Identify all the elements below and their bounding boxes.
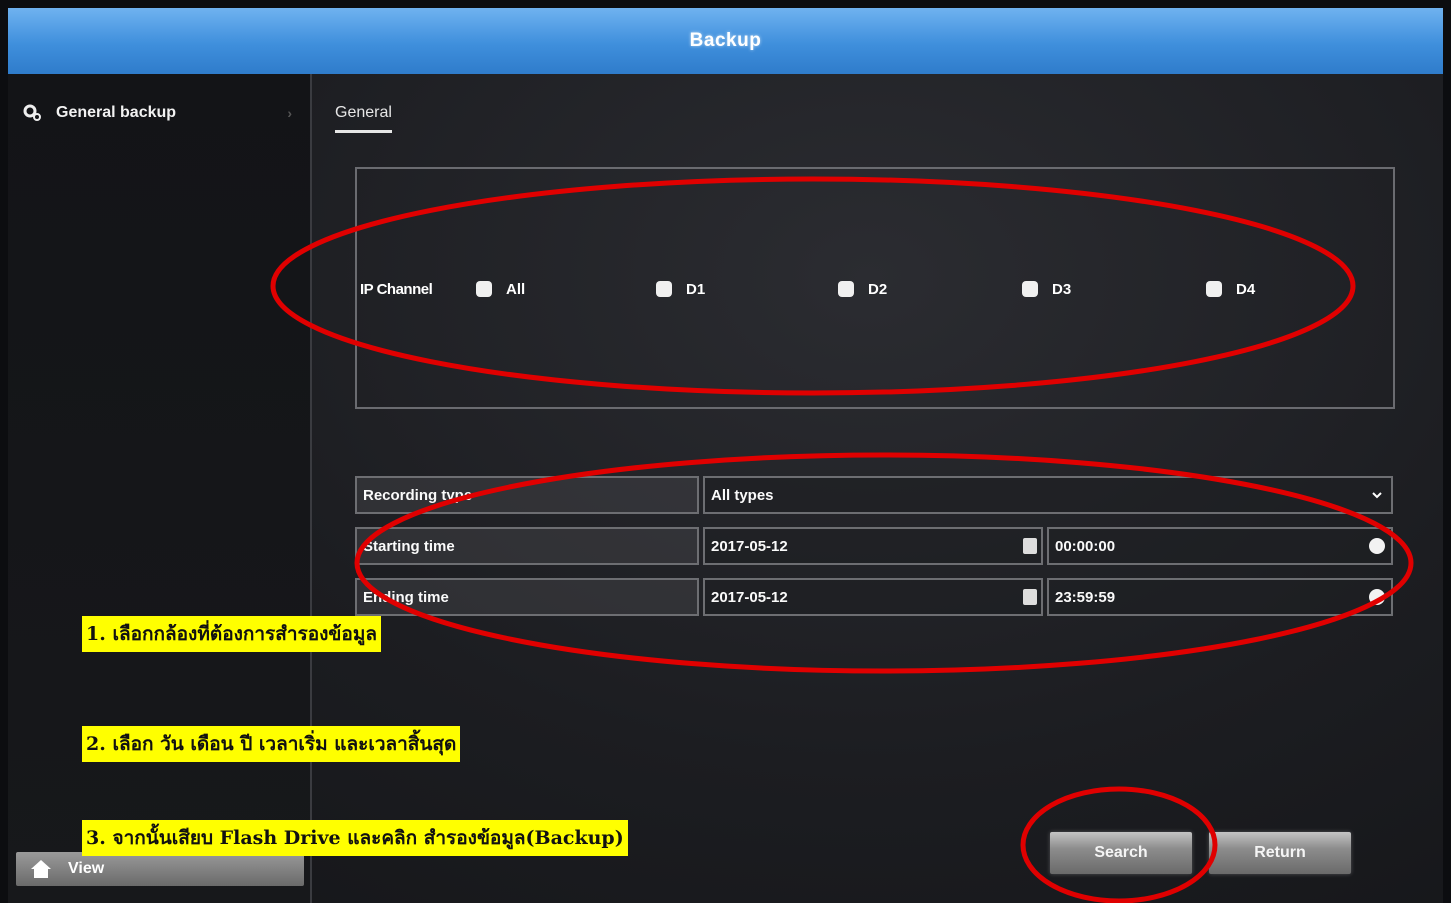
annotation-overlay <box>270 176 1414 903</box>
highlight-circle-time-fields <box>354 452 1414 674</box>
highlight-circle-channels <box>270 176 1356 396</box>
highlight-circle-search-button <box>1020 786 1218 903</box>
